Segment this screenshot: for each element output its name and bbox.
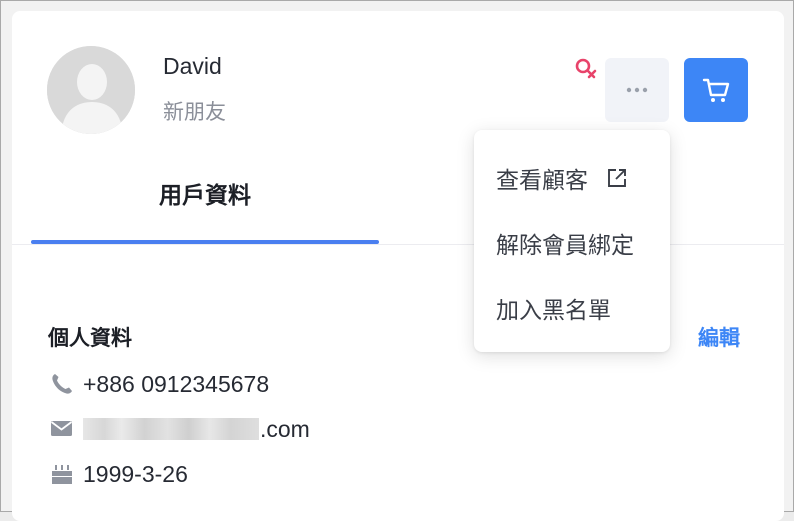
avatar[interactable] [47,46,135,134]
more-actions-menu: 查看顧客 解除會員綁定 加入黑名單 [474,130,670,352]
birthday-cake-icon [52,465,72,484]
mail-icon [50,421,73,436]
avatar-silhouette-icon [47,46,135,134]
phone-icon [52,374,72,394]
menu-item-blacklist[interactable]: 加入黑名單 [496,291,611,325]
female-icon [575,58,597,79]
external-link-icon [608,169,626,187]
cart-icon [702,78,730,102]
menu-item-label: 加入黑名單 [496,297,611,323]
section-title-personal-info: 個人資料 [48,327,132,350]
ellipsis-icon [626,87,648,93]
edit-button[interactable]: 編輯 [698,322,740,352]
customer-name: David [163,53,222,79]
email-redacted [83,418,259,440]
birthday: 1999-3-26 [83,461,188,487]
more-actions-button[interactable] [605,58,669,122]
phone-number: +886 0912345678 [83,371,270,397]
customer-tag: 新朋友 [163,101,226,124]
window-frame: David 新朋友 用戶資料 個人資料 編輯 +886 0912345678 .… [0,0,794,521]
menu-item-label: 解除會員綁定 [496,232,634,258]
menu-item-view-customer[interactable]: 查看顧客 [496,161,628,195]
tab-user-profile[interactable]: 用戶資料 [31,176,379,210]
menu-item-label: 查看顧客 [496,167,588,193]
email-suffix: .com [260,416,310,442]
cart-button[interactable] [684,58,748,122]
menu-item-unbind-member[interactable]: 解除會員綁定 [496,226,634,260]
